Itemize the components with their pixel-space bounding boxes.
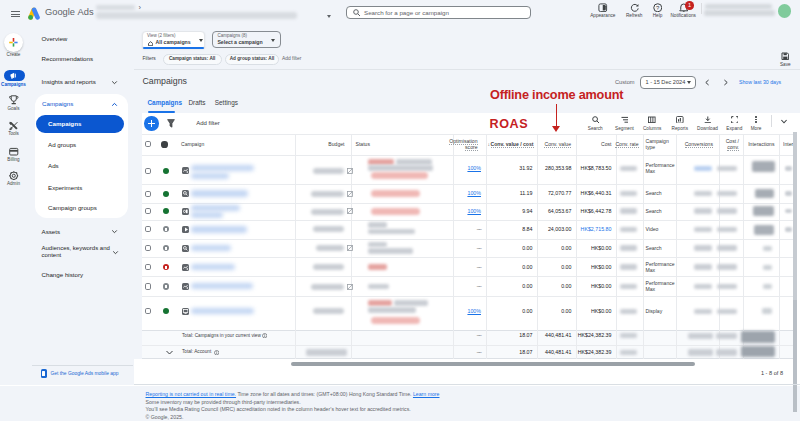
svg-text:?: ? bbox=[656, 5, 660, 11]
